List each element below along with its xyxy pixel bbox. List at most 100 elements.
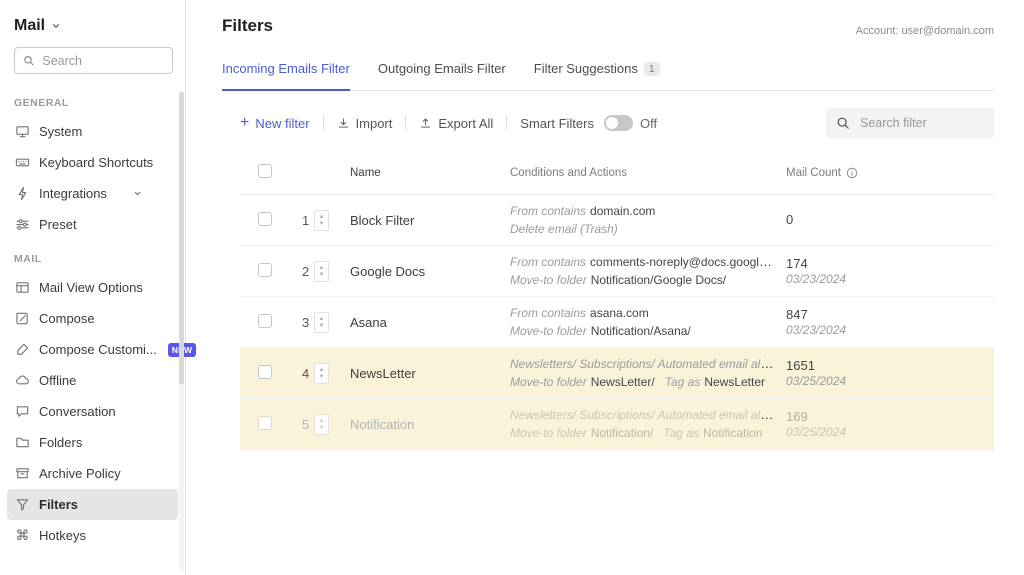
sidebar-item-label: Archive Policy xyxy=(39,466,121,481)
sidebar-scrollbar[interactable] xyxy=(179,92,184,571)
sidebar-item-filters[interactable]: Filters xyxy=(7,489,178,520)
action-value: Notification/Asana/ xyxy=(591,324,691,338)
sidebar-item-system[interactable]: System xyxy=(7,116,178,147)
main-content: Filters Account: user@domain.com Incomin… xyxy=(186,0,1024,575)
row-checkbox[interactable] xyxy=(258,263,272,277)
sidebar-item-offline[interactable]: Offline xyxy=(7,365,178,396)
sidebar-search[interactable] xyxy=(14,47,173,74)
column-header-name: Name xyxy=(340,167,500,179)
mail-count-cell: 1651 03/25/2024 xyxy=(778,358,994,389)
sidebar-item-label: Compose Customi... xyxy=(39,342,157,357)
account-label: Account: user@domain.com xyxy=(856,16,994,37)
chevron-down-icon xyxy=(130,189,145,198)
column-header-conditions: Conditions and Actions xyxy=(500,167,778,179)
action-label: Delete email (Trash) xyxy=(510,222,618,236)
smart-filters-toggle[interactable] xyxy=(604,115,633,131)
tab-label: Incoming Emails Filter xyxy=(222,61,350,76)
export-all-button[interactable]: Export All xyxy=(419,116,493,131)
plus-icon: + xyxy=(240,115,249,131)
chevron-down-icon xyxy=(51,21,61,31)
mail-count: 169 xyxy=(786,409,994,425)
keyboard-icon xyxy=(15,155,30,170)
filter-search-input[interactable] xyxy=(858,115,984,131)
filter-search[interactable] xyxy=(826,108,994,138)
table-row[interactable]: 2 ▲▼ Google Docs From containscomments-n… xyxy=(240,246,994,297)
row-checkbox[interactable] xyxy=(258,365,272,379)
folder-icon xyxy=(15,435,30,450)
tab-filter-suggestions[interactable]: Filter Suggestions 1 xyxy=(534,61,660,91)
row-checkbox[interactable] xyxy=(258,212,272,226)
tab-incoming-emails-filter[interactable]: Incoming Emails Filter xyxy=(222,61,350,91)
stepper-up-icon[interactable]: ▲ xyxy=(319,316,325,322)
toolbar-divider xyxy=(506,116,507,130)
row-reorder-stepper[interactable]: ▲▼ xyxy=(314,363,329,384)
sidebar-item-keyboard-shortcuts[interactable]: Keyboard Shortcuts xyxy=(7,147,178,178)
stepper-up-icon[interactable]: ▲ xyxy=(319,265,325,271)
table-row[interactable]: 4 ▲▼ NewsLetter Newsletters/ Subscriptio… xyxy=(240,348,994,399)
search-icon xyxy=(836,116,850,130)
sidebar-item-label: Conversation xyxy=(39,404,116,419)
preset-sliders-icon xyxy=(15,217,30,232)
tab-label: Filter Suggestions xyxy=(534,61,638,76)
export-icon xyxy=(419,117,432,130)
sidebar-item-folders[interactable]: Folders xyxy=(7,427,178,458)
stepper-down-icon[interactable]: ▼ xyxy=(319,272,325,278)
tag-value: Notification xyxy=(703,426,762,440)
row-reorder-stepper[interactable]: ▲▼ xyxy=(314,261,329,282)
table-row[interactable]: 3 ▲▼ Asana From containsasana.com Move-t… xyxy=(240,297,994,348)
tab-outgoing-emails-filter[interactable]: Outgoing Emails Filter xyxy=(378,61,506,91)
mail-count-cell: 847 03/23/2024 xyxy=(778,307,994,338)
table-row[interactable]: 1 ▲▼ Block Filter From containsdomain.co… xyxy=(240,195,994,246)
sidebar-item-archive-policy[interactable]: Archive Policy xyxy=(7,458,178,489)
sidebar-item-conversation[interactable]: Conversation xyxy=(7,396,178,427)
filters-table: Name Conditions and Actions Mail Count 1… xyxy=(240,151,994,450)
mail-count-date: 03/25/2024 xyxy=(786,374,994,389)
toolbar-divider xyxy=(323,116,324,130)
tab-label: Outgoing Emails Filter xyxy=(378,61,506,76)
condition-label: From contains xyxy=(510,306,586,320)
stepper-down-icon[interactable]: ▼ xyxy=(319,221,325,227)
import-button[interactable]: Import xyxy=(337,116,393,131)
stepper-down-icon[interactable]: ▼ xyxy=(319,425,325,431)
row-reorder-stepper[interactable]: ▲▼ xyxy=(314,312,329,333)
stepper-up-icon[interactable]: ▲ xyxy=(319,367,325,373)
action-label: Move-to folder xyxy=(510,426,587,440)
sidebar-item-hotkeys[interactable]: ⌘ Hotkeys xyxy=(7,520,178,551)
filters-toolbar: + New filter Import Export All Smart Fil… xyxy=(240,107,994,139)
stepper-up-icon[interactable]: ▲ xyxy=(319,214,325,220)
section-heading-mail: MAIL xyxy=(0,240,185,272)
row-reorder-stepper[interactable]: ▲▼ xyxy=(314,414,329,435)
sidebar-item-label: Mail View Options xyxy=(39,280,143,295)
app-switcher[interactable]: Mail xyxy=(0,0,185,47)
condition-label: From contains xyxy=(510,255,586,269)
funnel-icon xyxy=(15,497,30,512)
select-all-checkbox[interactable] xyxy=(258,164,272,178)
mail-count-cell: 174 03/23/2024 xyxy=(778,256,994,287)
condition-label: Newsletters/ Subscriptions/ Automated em… xyxy=(510,407,778,422)
sidebar-item-preset[interactable]: Preset xyxy=(7,209,178,240)
stepper-down-icon[interactable]: ▼ xyxy=(319,323,325,329)
sidebar-item-compose[interactable]: Compose xyxy=(7,303,178,334)
table-header-row: Name Conditions and Actions Mail Count xyxy=(240,151,994,195)
new-filter-button[interactable]: + New filter xyxy=(240,115,310,131)
row-checkbox[interactable] xyxy=(258,314,272,328)
sidebar-item-label: System xyxy=(39,124,82,139)
filter-name: Notification xyxy=(340,417,500,432)
sidebar-item-compose-customization[interactable]: Compose Customi... NEW xyxy=(7,334,178,365)
action-value: NewsLetter/ xyxy=(591,375,655,389)
sidebar-item-label: Hotkeys xyxy=(39,528,86,543)
row-reorder-stepper[interactable]: ▲▼ xyxy=(314,210,329,231)
table-row[interactable]: 5 ▲▼ Notification Newsletters/ Subscript… xyxy=(240,399,994,450)
sidebar-search-input[interactable] xyxy=(40,53,164,69)
search-icon xyxy=(23,54,34,67)
sidebar-scrollbar-thumb[interactable] xyxy=(179,92,184,384)
sidebar-item-integrations[interactable]: Integrations xyxy=(7,178,178,209)
sidebar: Mail GENERAL System Keyboard Shortcuts I… xyxy=(0,0,186,575)
row-checkbox[interactable] xyxy=(258,416,272,430)
sidebar-item-label: Offline xyxy=(39,373,76,388)
sidebar-item-label: Keyboard Shortcuts xyxy=(39,155,153,170)
sidebar-item-mail-view-options[interactable]: Mail View Options xyxy=(7,272,178,303)
stepper-up-icon[interactable]: ▲ xyxy=(319,418,325,424)
info-icon[interactable] xyxy=(846,167,858,179)
stepper-down-icon[interactable]: ▼ xyxy=(319,374,325,380)
